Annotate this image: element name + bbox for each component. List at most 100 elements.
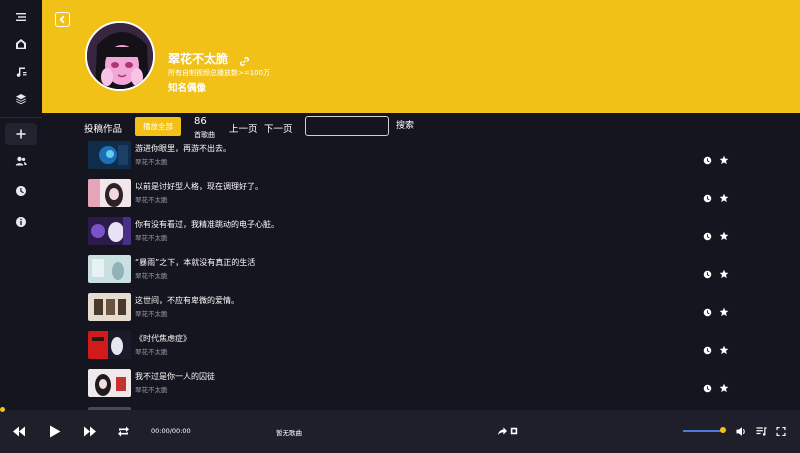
song-title: 《时代焦虑症》 — [135, 334, 191, 343]
sidebar — [0, 0, 42, 410]
play-all-button[interactable]: 播放全部 — [135, 117, 181, 136]
favorite-button[interactable] — [719, 188, 729, 203]
artist-subtitle: 所有自制视频总播放数>=100万 — [168, 69, 271, 77]
sidebar-item-users[interactable] — [5, 150, 37, 172]
next-track-button[interactable] — [83, 425, 97, 438]
play-later-button[interactable] — [703, 378, 712, 393]
play-icon — [50, 425, 61, 438]
song-thumbnail — [88, 141, 131, 169]
star-icon — [719, 231, 729, 241]
sidebar-item-home[interactable] — [5, 33, 37, 55]
clock-icon — [703, 346, 712, 355]
share-button[interactable] — [498, 426, 507, 436]
plus-icon — [16, 129, 26, 139]
favorite-button[interactable] — [719, 378, 729, 393]
app-window: 翠花不太脆 所有自制视频总播放数>=100万 知名偶像 投稿作品 播放全部 86… — [0, 0, 800, 453]
song-title: 我不过是你一人的囚徒 — [135, 372, 215, 381]
list-item[interactable]: 我不过是你一人的囚徒 翠花不太脆 — [88, 368, 738, 398]
artist-avatar — [85, 21, 155, 91]
users-icon — [15, 156, 27, 166]
list-item[interactable]: 游进你眼里，再游不出去。 翠花不太脆 — [88, 140, 738, 170]
link-icon — [240, 57, 249, 66]
song-artist: 翠花不太脆 — [135, 158, 168, 166]
star-icon — [719, 193, 729, 203]
song-thumbnail — [88, 369, 131, 397]
play-later-button[interactable] — [703, 188, 712, 203]
song-artist: 翠花不太脆 — [135, 386, 168, 394]
song-thumbnail — [88, 179, 131, 207]
list-item[interactable]: 《时代焦虑症》 翠花不太脆 — [88, 330, 738, 360]
song-title: 游进你眼里，再游不出去。 — [135, 144, 231, 153]
fast-forward-icon — [84, 426, 96, 437]
play-later-button[interactable] — [703, 150, 712, 165]
sidebar-item-layers[interactable] — [5, 88, 37, 110]
volume-slider-handle[interactable] — [720, 427, 726, 433]
prev-page-button[interactable]: 上一页 — [229, 121, 258, 135]
song-artist: 翠花不太脆 — [135, 196, 168, 204]
song-artist: 翠花不太脆 — [135, 310, 168, 318]
search-button[interactable]: 搜索 — [396, 118, 414, 131]
song-title: 这世间，不应有卑微的爱情。 — [135, 296, 239, 305]
rewind-icon — [13, 426, 25, 437]
menu-icon — [16, 13, 26, 21]
clock-icon — [703, 270, 712, 279]
list-item[interactable]: 以前是讨好型人格，现在调理好了。 翠花不太脆 — [88, 178, 738, 208]
share-icon — [498, 427, 507, 436]
playlist-button[interactable] — [756, 426, 767, 437]
mute-button[interactable] — [736, 426, 747, 437]
play-button[interactable] — [49, 425, 61, 438]
volume-slider[interactable] — [683, 430, 723, 432]
play-later-button[interactable] — [703, 340, 712, 355]
list-item[interactable]: “暴雨”之下，本就没有真正的生活 翠花不太脆 — [88, 254, 738, 284]
player-bar: 00:00/00:00 暂无歌曲 — [0, 410, 800, 453]
star-icon — [719, 269, 729, 279]
lyrics-button[interactable] — [510, 426, 518, 436]
play-later-button[interactable] — [703, 226, 712, 241]
previous-track-button[interactable] — [12, 425, 26, 438]
play-later-button[interactable] — [703, 302, 712, 317]
home-icon — [16, 39, 26, 49]
playlist-icon — [756, 427, 767, 436]
song-artist: 翠花不太脆 — [135, 272, 168, 280]
now-playing-title: 暂无歌曲 — [276, 429, 302, 437]
fullscreen-icon — [776, 426, 786, 437]
favorite-button[interactable] — [719, 302, 729, 317]
search-input[interactable] — [305, 116, 389, 136]
play-later-button[interactable] — [703, 264, 712, 279]
sidebar-item-history[interactable] — [5, 180, 37, 202]
song-count-label: 首歌曲 — [194, 131, 215, 139]
fullscreen-button[interactable] — [776, 426, 786, 437]
music-note-icon — [16, 67, 27, 77]
tab-submitted-works[interactable]: 投稿作品 — [84, 121, 122, 135]
star-icon — [719, 307, 729, 317]
progress-slider-handle[interactable] — [0, 407, 5, 412]
layers-icon — [16, 94, 26, 105]
favorite-button[interactable] — [719, 340, 729, 355]
volume-icon — [736, 427, 745, 436]
sidebar-item-add[interactable] — [5, 123, 37, 145]
favorite-button[interactable] — [719, 150, 729, 165]
playback-time: 00:00/00:00 — [151, 427, 191, 435]
artist-title: 知名偶像 — [168, 83, 207, 94]
favorite-button[interactable] — [719, 226, 729, 241]
next-page-button[interactable]: 下一页 — [264, 121, 293, 135]
sidebar-item-info[interactable] — [5, 211, 37, 233]
favorite-button[interactable] — [719, 264, 729, 279]
song-title: “暴雨”之下，本就没有真正的生活 — [135, 258, 256, 267]
link-button[interactable] — [239, 52, 250, 66]
song-thumbnail — [88, 217, 131, 245]
artist-name: 翠花不太脆 — [168, 52, 229, 66]
list-item[interactable]: 这世间，不应有卑微的爱情。 翠花不太脆 — [88, 292, 738, 322]
chevron-left-icon — [59, 15, 65, 24]
list-item[interactable]: 你有没有看过，我精准跳动的电子心脏。 翠花不太脆 — [88, 216, 738, 246]
star-icon — [719, 383, 729, 393]
repeat-button[interactable] — [117, 425, 130, 438]
repeat-icon — [118, 426, 129, 437]
song-thumbnail — [88, 331, 131, 359]
sidebar-item-music[interactable] — [5, 61, 37, 83]
sidebar-item-menu[interactable] — [5, 6, 37, 28]
song-title: 你有没有看过，我精准跳动的电子心脏。 — [135, 220, 279, 229]
back-button[interactable] — [55, 12, 70, 27]
info-icon — [15, 217, 26, 227]
star-icon — [719, 345, 729, 355]
